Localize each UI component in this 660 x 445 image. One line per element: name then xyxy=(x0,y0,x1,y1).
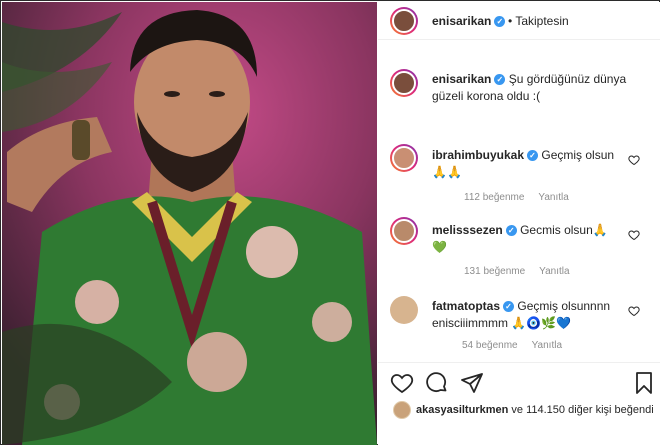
comment-username[interactable]: melisssezen xyxy=(432,223,503,237)
caption-text: enisarikan ✓ Şu gördüğünüz dünya güzeli k… xyxy=(432,71,642,105)
small-heart-icon[interactable] xyxy=(628,154,640,166)
comment-icon[interactable] xyxy=(425,371,449,395)
divider xyxy=(378,362,660,363)
verified-icon: ✓ xyxy=(494,16,506,27)
post-header: enisarikan ✓ • Takiptesin xyxy=(378,2,660,40)
comment-likes[interactable]: 131 beğenme xyxy=(464,266,525,277)
bookmark-icon[interactable] xyxy=(632,371,656,395)
author-username[interactable]: enisarikan ✓ xyxy=(432,14,506,28)
comment-avatar[interactable] xyxy=(390,296,418,324)
comment-likes[interactable]: 112 beğenme xyxy=(464,192,524,203)
liked-by-rest[interactable]: ve 114.150 diğer kişi beğendi xyxy=(511,404,653,416)
comment-username[interactable]: fatmatoptas xyxy=(432,299,500,313)
post-side-panel: enisarikan ✓ • Takiptesin enisarikan ✓ Şu … xyxy=(378,2,660,445)
verified-icon: ✓ xyxy=(503,301,515,312)
small-heart-icon[interactable] xyxy=(628,229,640,241)
post-photo[interactable] xyxy=(2,2,377,445)
post-window: enisarikan ✓ • Takiptesin enisarikan ✓ Şu … xyxy=(0,0,660,445)
verified-icon: ✓ xyxy=(494,74,506,85)
verified-icon: ✓ xyxy=(527,150,539,161)
comment-text: melisssezen ✓ Gecmis olsun🙏 💚 xyxy=(432,223,608,254)
comment-username[interactable]: ibrahimbuyukak xyxy=(432,148,524,162)
liker-username[interactable]: akasyasilturkmen xyxy=(416,404,508,416)
reply-link[interactable]: Yanıtla xyxy=(538,192,568,203)
liker-avatar[interactable] xyxy=(393,401,411,419)
comment-meta: 112 beğenme Yanıtla xyxy=(464,192,583,203)
share-icon[interactable] xyxy=(460,371,484,395)
reply-link[interactable]: Yanıtla xyxy=(532,340,562,351)
caption-username[interactable]: enisarikan xyxy=(432,72,491,86)
verified-icon: ✓ xyxy=(505,225,517,236)
portrait-illustration xyxy=(2,2,377,445)
caption-avatar[interactable] xyxy=(390,69,418,97)
comment-avatar[interactable] xyxy=(390,217,418,245)
reply-link[interactable]: Yanıtla xyxy=(539,266,569,277)
comment-likes[interactable]: 54 beğenme xyxy=(462,340,518,351)
comment-text: fatmatoptas ✓ Geçmiş olsunnnn enisciiimmm… xyxy=(432,299,611,330)
author-avatar[interactable] xyxy=(390,7,418,35)
comment-avatar[interactable] xyxy=(390,144,418,172)
small-heart-icon[interactable] xyxy=(628,305,640,317)
comment-meta: 54 beğenme Yanıtla xyxy=(462,340,576,351)
heart-icon[interactable] xyxy=(390,371,414,395)
comment-text: ibrahimbuyukak ✓ Geçmiş olsun 🙏🙏 xyxy=(432,148,615,179)
liked-by-text: akasyasilturkmen ve 114.150 diğer kişi b… xyxy=(416,402,656,418)
follow-status[interactable]: • Takiptesin xyxy=(508,14,569,28)
comment-meta: 131 beğenme Yanıtla xyxy=(464,266,584,277)
